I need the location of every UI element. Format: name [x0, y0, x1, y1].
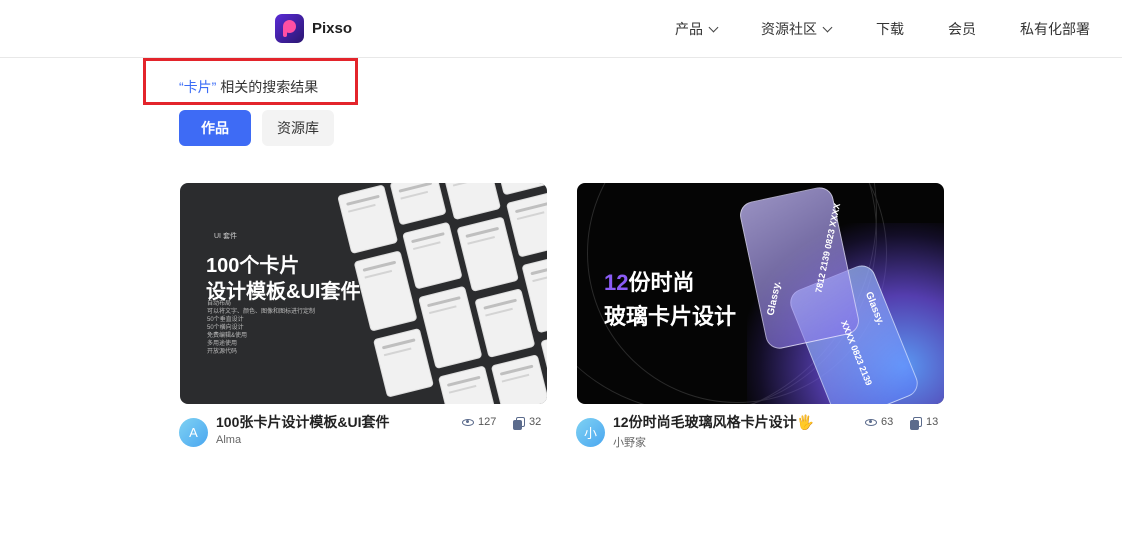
card-title[interactable]: 12份时尚毛玻璃风格卡片设计🖐	[613, 412, 814, 432]
copy-icon	[513, 417, 525, 430]
thumbnail-feature-list: 自动布局 可以将文字、颜色、图像和图标进行定制 50个垂直设计 50个横向设计 …	[207, 300, 317, 356]
view-count-value: 127	[478, 416, 497, 428]
view-count: 63	[865, 416, 893, 428]
thumbnail-tag: UI 套件	[214, 233, 237, 240]
nav-label: 资源社区	[761, 21, 817, 37]
feature-item: 自动布局	[207, 301, 232, 307]
copy-count-value: 13	[926, 416, 939, 428]
view-count: 127	[462, 416, 496, 428]
nav-item-private-deploy[interactable]: 私有化部署	[1020, 19, 1090, 39]
thumbnail-headline: 100个卡片	[206, 255, 300, 277]
nav-label: 会员	[948, 21, 976, 37]
copy-count-value: 32	[529, 416, 542, 428]
copy-icon	[910, 417, 922, 430]
search-keyword: “卡片”	[179, 79, 217, 95]
top-header: Pixso 产品 资源社区 下载 会员 私有化部署	[0, 0, 1122, 58]
chevron-down-icon	[708, 22, 719, 32]
tab-resource-library[interactable]: 资源库	[262, 110, 334, 146]
card-thumbnail[interactable]: Glassy. 7812 2139 0823 XXXX Glassy. XXXX…	[577, 183, 944, 404]
search-result-suffix: 相关的搜索结果	[216, 79, 319, 95]
avatar[interactable]: A	[179, 418, 208, 447]
thumbnail-headline: 12份时尚	[604, 265, 695, 297]
result-card[interactable]: Glassy. 7812 2139 0823 XXXX Glassy. XXXX…	[576, 183, 944, 449]
search-result-title: “卡片” 相关的搜索结果	[179, 77, 318, 97]
nav-item-membership[interactable]: 会员	[948, 19, 976, 39]
card-author[interactable]: Alma	[216, 434, 241, 446]
thumbnail-headline: 玻璃卡片设计	[604, 304, 737, 329]
chevron-down-icon	[822, 22, 833, 32]
headline-text: 份时尚	[628, 270, 695, 295]
nav-item-product[interactable]: 产品	[675, 19, 719, 39]
eye-icon	[865, 418, 877, 426]
view-count-value: 63	[881, 416, 894, 428]
feature-item: 50个横向设计	[207, 325, 244, 331]
copy-count: 13	[910, 416, 939, 430]
feature-item: 50个垂直设计	[207, 317, 244, 323]
copy-count: 32	[513, 416, 542, 430]
feature-item: 可以将文字、颜色、图像和图标进行定制	[207, 309, 316, 315]
nav-label: 产品	[675, 21, 703, 37]
card-author[interactable]: 小野家	[613, 434, 646, 450]
card-thumbnail[interactable]: UI 套件 100个卡片 设计模板&UI套件 自动布局 可以将文字、颜色、图像和…	[180, 183, 547, 404]
nav-item-download[interactable]: 下载	[876, 19, 904, 39]
nav-label: 私有化部署	[1020, 21, 1090, 37]
nav-item-community[interactable]: 资源社区	[761, 19, 833, 39]
avatar[interactable]: 小	[576, 418, 605, 447]
feature-item: 开放源代码	[207, 349, 238, 355]
feature-item: 免费编辑&使用	[207, 333, 248, 339]
nav-label: 下载	[876, 21, 904, 37]
card-title[interactable]: 100张卡片设计模板&UI套件	[216, 412, 389, 432]
tab-works[interactable]: 作品	[179, 110, 251, 146]
eye-icon	[462, 418, 474, 426]
result-card[interactable]: UI 套件 100个卡片 设计模板&UI套件 自动布局 可以将文字、颜色、图像和…	[179, 183, 547, 447]
main-nav: 产品 资源社区 下载 会员 私有化部署	[0, 19, 1122, 39]
feature-item: 多用途使用	[207, 341, 238, 347]
headline-number: 12	[604, 270, 629, 295]
